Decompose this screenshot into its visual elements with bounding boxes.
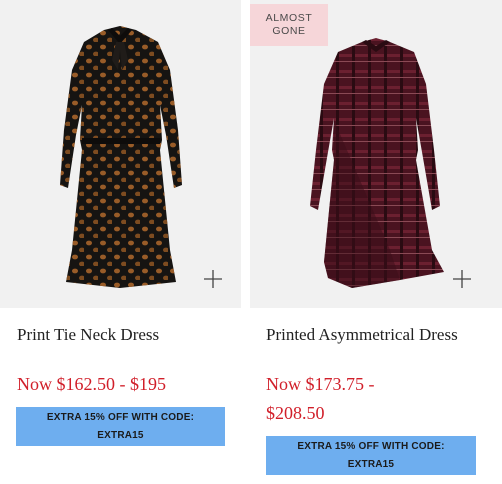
product-name[interactable]: Print Tie Neck Dress	[17, 325, 159, 345]
plus-icon[interactable]	[203, 269, 223, 289]
product-card[interactable]: Print Tie Neck Dress Now $162.50 - $195 …	[0, 0, 241, 446]
promo-code-banner[interactable]: EXTRA 15% OFF WITH CODE: EXTRA15	[266, 436, 476, 475]
promo-code-banner[interactable]: EXTRA 15% OFF WITH CODE: EXTRA15	[16, 407, 225, 446]
promo-text: EXTRA 15% OFF WITH CODE:	[297, 440, 445, 452]
product-price: Now $173.75 - $208.50	[266, 370, 426, 428]
badge-text: ALMOST	[265, 12, 313, 24]
dress-photo	[310, 38, 444, 288]
status-badge: ALMOST GONE	[250, 4, 328, 46]
plus-icon[interactable]	[452, 269, 472, 289]
dress-photo	[60, 26, 182, 288]
badge-text: GONE	[272, 25, 306, 37]
promo-code: EXTRA15	[347, 458, 395, 470]
product-name[interactable]: Printed Asymmetrical Dress	[266, 325, 458, 345]
promo-code: EXTRA15	[97, 429, 144, 441]
product-image[interactable]: ALMOST GONE	[250, 0, 502, 308]
product-card[interactable]: ALMOST GONE Printed Asymmetrical Dress N…	[250, 0, 502, 475]
price-line: Now $173.75 -	[266, 374, 375, 394]
product-price: Now $162.50 - $195	[17, 374, 166, 394]
price-line: $208.50	[266, 403, 325, 423]
promo-text: EXTRA 15% OFF WITH CODE:	[46, 411, 195, 423]
product-image[interactable]	[0, 0, 241, 308]
